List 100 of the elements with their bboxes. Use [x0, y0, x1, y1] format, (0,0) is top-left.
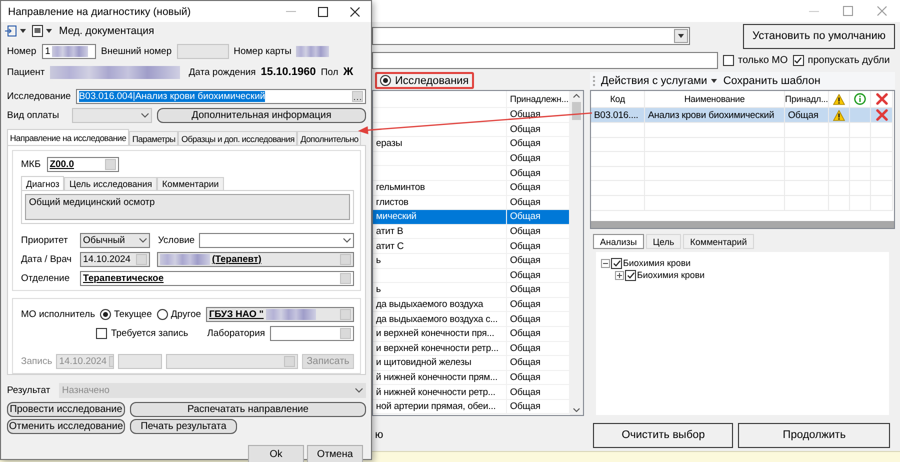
- list-row[interactable]: Общая: [373, 152, 570, 166]
- clear-button[interactable]: Очистить выбор: [593, 422, 734, 448]
- radio-label[interactable]: Текущее: [114, 308, 152, 320]
- continue-button[interactable]: Продолжить: [738, 422, 890, 448]
- browse-button[interactable]: [352, 90, 363, 102]
- tab[interactable]: Комментарии: [157, 177, 224, 190]
- input-field[interactable]: Z00.0: [46, 156, 119, 172]
- action-button[interactable]: Распечатать направление: [130, 402, 366, 416]
- list-row[interactable]: да выдыхаемого воздуха с... Общая: [373, 312, 570, 327]
- checkbox[interactable]: [723, 54, 734, 66]
- tick-icon: [794, 56, 802, 64]
- expand-button[interactable]: [615, 270, 624, 280]
- list-row[interactable]: Общая: [373, 268, 570, 284]
- collapse-button[interactable]: [601, 258, 610, 268]
- table-row[interactable]: B03.016.... Анализ крови биохимический Общая: [591, 108, 894, 123]
- table-cell: Общая: [507, 268, 570, 284]
- checkbox[interactable]: [611, 258, 622, 268]
- list-row[interactable]: мический Общая: [373, 210, 570, 225]
- dropdown-button[interactable]: [674, 29, 688, 43]
- cancel-button[interactable]: Отмена: [307, 445, 363, 462]
- input-field[interactable]: [176, 44, 229, 58]
- checkbox[interactable]: [792, 54, 804, 66]
- save-template-button[interactable]: Сохранить шаблон: [723, 74, 820, 86]
- list-row[interactable]: и верхней конечности ретр... Общая: [373, 342, 570, 356]
- list-row[interactable]: и верхней конечности пря... Общая: [373, 326, 570, 342]
- list-row[interactable]: Общая: [373, 166, 570, 181]
- maximize-button[interactable]: [318, 6, 328, 16]
- close-button[interactable]: [350, 6, 360, 16]
- action-button[interactable]: Печать результата: [130, 418, 237, 434]
- tab[interactable]: Параметры: [129, 131, 178, 145]
- actions-menu[interactable]: Действия с услугами: [601, 74, 718, 86]
- list-row[interactable]: атит В Общая: [373, 224, 570, 240]
- list-row[interactable]: Общая: [373, 122, 570, 138]
- enter-icon[interactable]: [5, 25, 17, 37]
- action-button[interactable]: Отменить исследование: [7, 418, 125, 434]
- list-row[interactable]: глистов Общая: [373, 196, 570, 210]
- default-button[interactable]: Установить по умолчанию: [743, 24, 895, 48]
- tab[interactable]: Диагноз: [21, 176, 64, 190]
- search-field[interactable]: [372, 52, 718, 68]
- field-label: МО исполнитель: [21, 308, 96, 320]
- action-button[interactable]: Провести исследование: [7, 402, 125, 416]
- tab[interactable]: Цель: [646, 234, 682, 249]
- radio-button[interactable]: [380, 75, 391, 86]
- list-row[interactable]: й нижней конечности прям... Общая: [373, 370, 570, 386]
- radio-button[interactable]: [100, 308, 112, 320]
- table-cell: Анализ крови биохимический: [645, 108, 785, 123]
- scroll-up-icon[interactable]: [573, 94, 580, 98]
- scrollbar-thumb[interactable]: [572, 102, 581, 120]
- field-label: Вид оплаты: [7, 110, 60, 120]
- list-row[interactable]: ь Общая: [373, 254, 570, 269]
- input-field[interactable]: Терапевтическое: [80, 270, 354, 286]
- radio-label[interactable]: Другое: [170, 308, 202, 320]
- table-cell: й нижней конечности прям...: [373, 370, 507, 386]
- list-row[interactable]: еразы Общая: [373, 137, 570, 152]
- checkbox[interactable]: [625, 270, 636, 280]
- scroll-down-icon[interactable]: [573, 408, 580, 412]
- extra-info-button[interactable]: Дополнительная информация: [157, 108, 366, 122]
- ok-button[interactable]: Ok: [248, 445, 304, 462]
- document-icon[interactable]: [32, 25, 43, 37]
- list-row[interactable]: ной артерии прямая, обеи... Общая: [373, 400, 570, 414]
- list-row[interactable]: атит С Общая: [373, 239, 570, 254]
- input-field[interactable]: ГБУЗ НАО ": [206, 306, 354, 322]
- checkbox-label: Требуется запись: [111, 328, 188, 338]
- radio-label[interactable]: Исследования: [395, 74, 469, 86]
- list-row[interactable]: да выдыхаемого воздуха Общая: [373, 298, 570, 312]
- table-cell: атит В: [373, 224, 507, 240]
- list-row[interactable]: й нижней конечности ретр... Общая: [373, 385, 570, 400]
- checkbox[interactable]: [96, 328, 107, 338]
- tab[interactable]: Цель исследования: [64, 177, 158, 190]
- delete-icon: [876, 109, 888, 121]
- field-label: Внешний номер: [101, 46, 172, 56]
- dropdown-field[interactable]: Обычный: [80, 232, 150, 248]
- table-cell: да выдыхаемого воздуха: [373, 298, 507, 312]
- radio-button[interactable]: [156, 308, 168, 320]
- scrollbar[interactable]: [570, 91, 583, 415]
- tab[interactable]: Комментарий: [683, 234, 754, 249]
- field-label: Дата рождения: [188, 66, 256, 78]
- dropdown-field[interactable]: [372, 27, 690, 45]
- field-label: Исследование: [7, 90, 71, 102]
- field-label: Условие: [158, 234, 195, 246]
- scrollbar[interactable]: [591, 221, 894, 228]
- menu-item[interactable]: Мед. документация: [59, 25, 154, 37]
- list-row[interactable]: гельминтов Общая: [373, 180, 570, 196]
- input-field[interactable]: 1: [42, 44, 96, 58]
- tab[interactable]: Дополнительно: [297, 131, 362, 145]
- dropdown-field[interactable]: [198, 232, 354, 248]
- list-row[interactable]: Общая: [373, 108, 570, 123]
- list-row[interactable]: и щитовидной железы Общая: [373, 356, 570, 371]
- tree-item-label[interactable]: Биохимия крови: [637, 270, 705, 280]
- input-field[interactable]: B03.016.004|Анализ крови биохимический: [76, 88, 366, 104]
- list-row[interactable]: ь Общая: [373, 283, 570, 298]
- tab[interactable]: Направление на исследование: [7, 129, 130, 145]
- tab[interactable]: Образцы и доп. исследования: [178, 131, 298, 145]
- input-field[interactable]: (Терапевт): [157, 252, 354, 266]
- date-field[interactable]: 14.10.2024: [80, 252, 150, 266]
- tab[interactable]: Анализы: [593, 234, 644, 249]
- tree-item-label[interactable]: Биохимия крови: [623, 258, 691, 268]
- input-field[interactable]: [270, 326, 354, 340]
- caret-icon: [20, 29, 26, 33]
- table-cell: Общая: [507, 400, 570, 414]
